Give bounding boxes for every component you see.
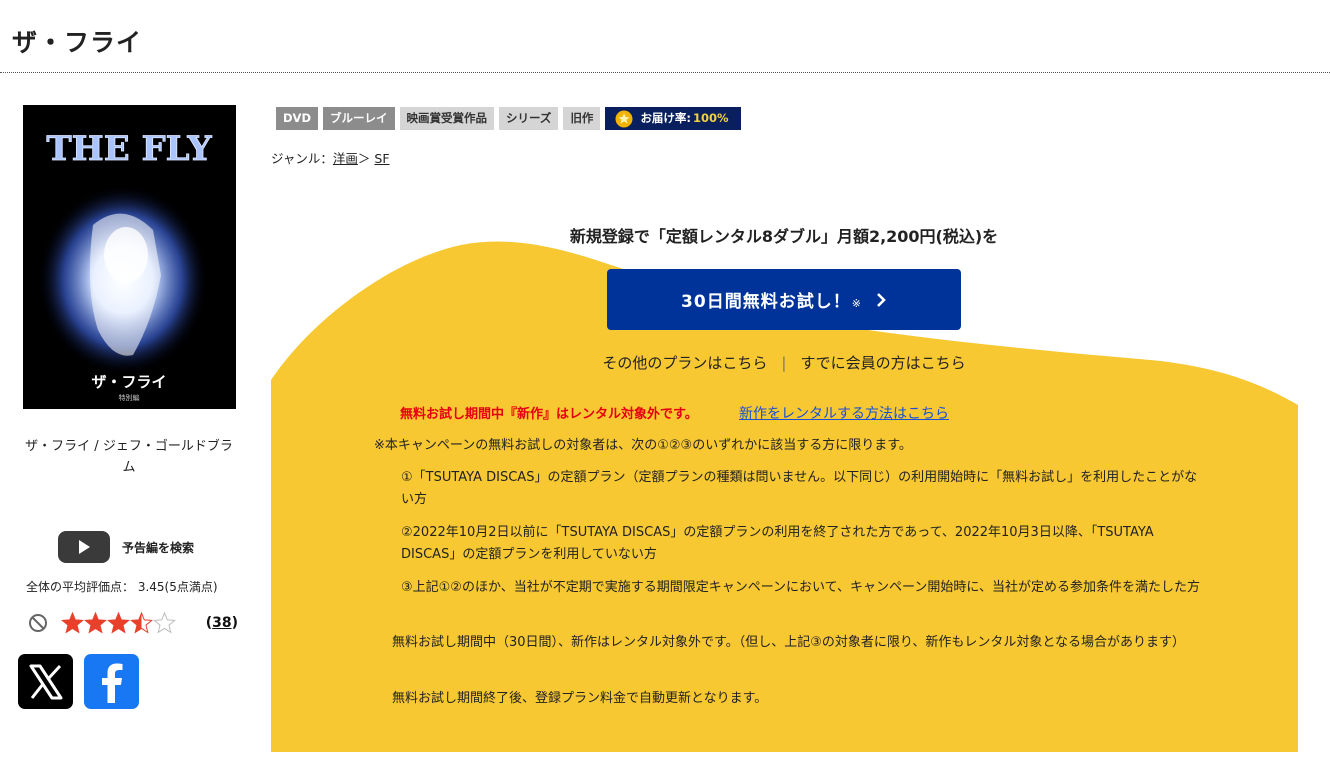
link-divider: | bbox=[781, 353, 787, 372]
condition-item: ③上記①②のほか、当社が不定期で実施する期間限定キャンペーンにおいて、キャンペー… bbox=[401, 580, 1200, 595]
delivery-rate-badge: お届け率: 100% bbox=[605, 107, 741, 130]
genre-breadcrumb: ジャンル：洋画＞ SF bbox=[271, 148, 390, 167]
cover-jp-title: ザ・フライ bbox=[91, 373, 166, 391]
tag-bluray: ブルーレイ bbox=[323, 107, 395, 130]
star-icon bbox=[84, 612, 107, 634]
free-trial-label: 30日間無料お試し！ bbox=[681, 292, 851, 312]
trailer-search-button[interactable]: 予告編を検索 bbox=[58, 531, 194, 563]
average-rating-text: 全体の平均評価点： 3.45(5点満点) bbox=[26, 580, 218, 594]
title-divider bbox=[0, 72, 1330, 73]
condition-item: ②2022年10月2日以前に「TSUTAYA DISCAS」の定額プランの利用を… bbox=[401, 525, 1154, 562]
star-icon bbox=[61, 612, 84, 634]
trailer-search-label: 予告編を検索 bbox=[122, 540, 195, 555]
tag-dvd: DVD bbox=[276, 107, 318, 130]
plan-links: その他のプランはこちら | すでに会員の方はこちら bbox=[270, 352, 1298, 373]
page-title: ザ・フライ bbox=[12, 27, 143, 57]
share-x-button[interactable] bbox=[18, 654, 73, 709]
review-count: 38 bbox=[212, 615, 232, 631]
facebook-logo-icon bbox=[101, 663, 122, 703]
cover-title-text: THE FLY bbox=[46, 129, 212, 169]
free-trial-button[interactable]: 30日間無料お試し！ ※ bbox=[607, 269, 961, 330]
play-icon bbox=[58, 531, 110, 563]
star-icon bbox=[153, 612, 176, 634]
star-badge-icon bbox=[615, 110, 633, 127]
delivery-rate-label: お届け率: bbox=[640, 111, 692, 125]
tag-list: DVD ブルーレイ 映画賞受賞作品 シリーズ 旧作 お届け率: 100% bbox=[276, 107, 746, 130]
free-trial-note: ※ bbox=[851, 297, 861, 310]
cover-jp-subtitle: 特別編 bbox=[119, 393, 140, 402]
star-icon bbox=[130, 612, 153, 634]
tag-old-release: 旧作 bbox=[563, 107, 601, 130]
cover-caption: ザ・フライ / ジェフ・ゴールドブラム bbox=[25, 439, 233, 475]
chevron-right-icon bbox=[875, 292, 887, 308]
trial-footnote: 無料お試し期間中（30日間）、新作はレンタル対象外です。（但し、上記③の対象者に… bbox=[392, 635, 1185, 650]
share-facebook-button[interactable] bbox=[84, 654, 139, 709]
cover-image[interactable]: THE FLY ザ・フライ 特別編 bbox=[23, 105, 236, 409]
x-logo-icon bbox=[29, 664, 62, 699]
trial-footnote: 無料お試し期間終了後、登録プラン料金で自動更新となります。 bbox=[392, 691, 768, 706]
genre-link-western[interactable]: 洋画 bbox=[333, 151, 358, 166]
genre-link-sf[interactable]: SF bbox=[374, 151, 389, 166]
condition-item: ①「TSUTAYA DISCAS」の定額プラン（定額プランの種類は問いません。以… bbox=[401, 470, 1198, 507]
new-release-rental-link[interactable]: 新作をレンタルする方法はこちら bbox=[739, 403, 949, 423]
campaign-eligibility-intro: ※本キャンペーンの無料お試しの対象者は、次の①②③のいずれかに該当する方に限りま… bbox=[374, 438, 912, 453]
star-rating[interactable] bbox=[61, 612, 176, 634]
delivery-rate-value: 100% bbox=[693, 111, 729, 125]
tag-award: 映画賞受賞作品 bbox=[399, 107, 494, 130]
genre-separator: ＞ bbox=[357, 151, 371, 166]
other-plans-link[interactable]: その他のプランはこちら bbox=[602, 352, 767, 373]
member-login-link[interactable]: すでに会員の方はこちら bbox=[800, 352, 965, 373]
no-rating-icon[interactable] bbox=[28, 613, 48, 633]
star-icon bbox=[107, 612, 130, 634]
review-count-link[interactable]: (38) bbox=[206, 615, 238, 631]
new-release-notice: 無料お試し期間中『新作』はレンタル対象外です。 bbox=[400, 407, 698, 422]
promo-headline: 新規登録で「定額レンタル8ダブル」月額2,200円(税込)を bbox=[569, 227, 999, 246]
genre-label: ジャンル： bbox=[271, 151, 333, 166]
rating-row: (38) bbox=[28, 610, 238, 636]
tag-series: シリーズ bbox=[499, 107, 559, 130]
